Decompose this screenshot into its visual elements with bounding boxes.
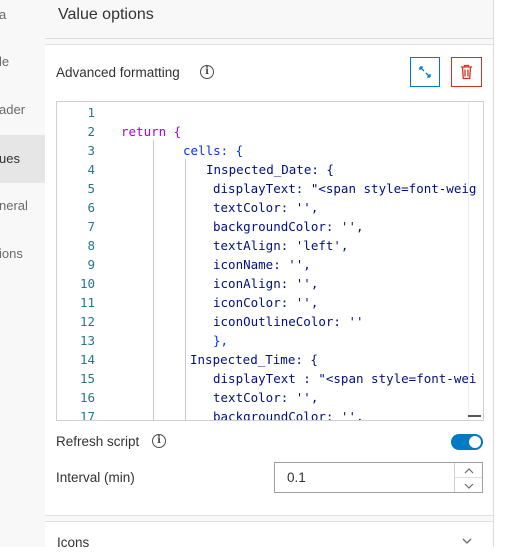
line-number: 5 (87, 181, 95, 196)
settings-nav: a le ader ues neral ions (0, 0, 46, 547)
info-icon[interactable]: i (152, 434, 166, 448)
nav-item-6[interactable]: ions (0, 230, 45, 278)
code-line: iconName: '', (213, 257, 311, 272)
line-number: 16 (79, 390, 95, 405)
code-line: displayText: "<span style=font-weig (213, 181, 477, 196)
code-line: iconAlign: '', (213, 276, 319, 291)
editor-scrollbar[interactable] (468, 102, 483, 420)
code-line: backgroundColor: '', (213, 409, 364, 421)
decrement-button[interactable] (455, 478, 482, 492)
code-line: textColor: '', (213, 390, 319, 405)
code-line: iconOutlineColor: '' (213, 314, 364, 329)
interval-input[interactable]: 0.1 (274, 462, 483, 493)
line-number: 6 (87, 200, 95, 215)
line-number: 3 (87, 143, 95, 158)
line-number: 8 (87, 238, 95, 253)
line-number: 12 (79, 314, 95, 329)
code-line: textColor: '', (213, 200, 319, 215)
line-number: 15 (79, 371, 95, 386)
panel-title: Value options (58, 6, 154, 23)
line-number: 11 (79, 295, 95, 310)
icons-section[interactable]: Icons (45, 521, 493, 552)
code-line: return { (121, 124, 182, 139)
nav-item-1[interactable]: a (0, 0, 45, 39)
nav-item-2[interactable]: le (0, 38, 45, 86)
expand-icon (419, 66, 431, 78)
trash-icon (461, 64, 472, 80)
nav-item-3[interactable]: ader (0, 86, 45, 134)
interval-stepper[interactable] (454, 463, 482, 492)
scrollbar-thumb[interactable] (468, 415, 481, 417)
code-line: iconColor: '', (213, 295, 319, 310)
refresh-script-label: Refresh script (56, 434, 140, 449)
code-line: displayText : "<span style=font-wei (213, 371, 477, 386)
line-number: 10 (79, 276, 95, 291)
line-number: 13 (79, 333, 95, 348)
line-number: 4 (87, 162, 95, 177)
chevron-down-icon (462, 538, 472, 544)
line-number: 14 (79, 352, 95, 367)
advanced-formatting-label: Advanced formatting (56, 65, 180, 80)
advanced-formatting-section: Advanced formatting i 1 2 3 4 5 6 7 8 9 … (45, 44, 493, 516)
code-line: textAlign: 'left', (213, 238, 349, 253)
chevron-up-icon (464, 468, 473, 474)
info-icon[interactable]: i (200, 65, 214, 79)
chevron-down-icon (464, 483, 473, 489)
expand-editor-button[interactable] (410, 57, 440, 87)
code-editor[interactable]: 1 2 3 4 5 6 7 8 9 10 11 12 13 14 15 16 1… (56, 101, 484, 421)
code-line: Inspected_Date: { (206, 162, 334, 177)
nav-item-5[interactable]: neral (0, 182, 45, 230)
value-options-panel: Value options Advanced formatting i 1 2 … (45, 0, 494, 552)
indent-guide (153, 140, 154, 420)
interval-label: Interval (min) (56, 470, 135, 485)
interval-value[interactable]: 0.1 (287, 470, 306, 485)
panel-header: Value options (45, 0, 493, 39)
increment-button[interactable] (455, 463, 482, 478)
line-number: 2 (87, 124, 95, 139)
delete-script-button[interactable] (451, 57, 482, 87)
indent-guide (185, 159, 186, 420)
code-line: backgroundColor: '', (213, 219, 364, 234)
line-number: 9 (87, 257, 95, 272)
refresh-script-toggle[interactable] (451, 434, 483, 450)
toggle-knob (469, 436, 481, 448)
code-line: }, (213, 333, 229, 348)
line-number: 1 (87, 105, 95, 120)
icons-section-label: Icons (57, 535, 90, 550)
line-number: 17 (79, 409, 95, 421)
nav-item-4[interactable]: ues (0, 135, 45, 183)
line-number: 7 (87, 219, 95, 234)
code-line: Inspected_Time: { (190, 352, 318, 367)
code-line: cells: { (183, 143, 244, 158)
